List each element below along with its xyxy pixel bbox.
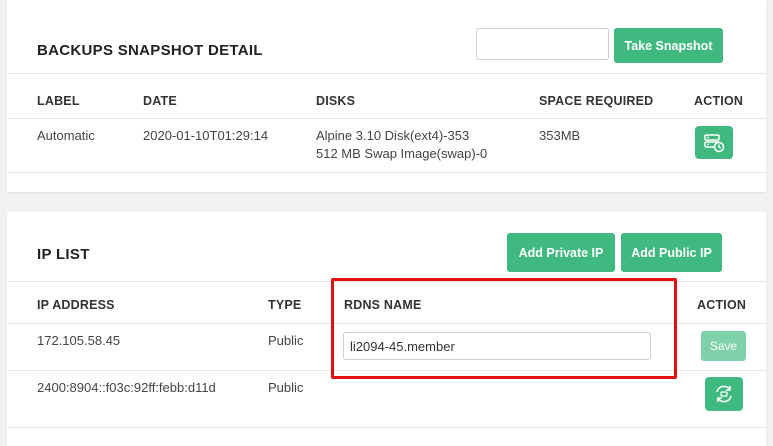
snapshot-title: BACKUPS SNAPSHOT DETAIL	[37, 42, 263, 59]
add-private-ip-button[interactable]: Add Private IP	[507, 233, 615, 272]
backups-snapshot-card: BACKUPS SNAPSHOT DETAIL Take Snapshot LA…	[7, 0, 766, 192]
column-header-ip-action: ACTION	[697, 298, 747, 312]
column-header-action: ACTION	[694, 94, 744, 108]
column-header-disks: DISKS	[316, 94, 356, 108]
column-header-space-required: SPACE REQUIRED	[539, 94, 654, 108]
ip-type-cell: Public	[268, 333, 304, 348]
snapshot-disk-2-cell: 512 MB Swap Image(swap)-0	[316, 146, 488, 161]
refresh-ip-button[interactable]	[705, 377, 743, 411]
save-rdns-button[interactable]: Save	[701, 331, 746, 361]
ip-address-cell: 2400:8904::f03c:92ff:febb:d11d	[37, 380, 216, 395]
snapshot-space-cell: 353MB	[539, 128, 581, 143]
column-header-date: DATE	[143, 94, 177, 108]
refresh-icon	[716, 385, 732, 403]
snapshot-name-input[interactable]	[476, 28, 609, 60]
restore-snapshot-button[interactable]	[695, 126, 733, 159]
snapshot-row-divider	[7, 172, 766, 173]
ip-address-cell: 172.105.58.45	[37, 333, 121, 348]
ip-list-title: IP LIST	[37, 246, 90, 263]
restore-server-icon	[704, 133, 725, 152]
column-header-type: TYPE	[268, 298, 302, 312]
take-snapshot-button[interactable]: Take Snapshot	[614, 28, 723, 63]
column-header-ip-address: IP ADDRESS	[37, 298, 115, 312]
add-public-ip-button[interactable]: Add Public IP	[621, 233, 722, 272]
snapshot-header-divider	[7, 73, 766, 74]
rdns-highlight-box	[331, 278, 677, 379]
snapshot-disk-1-cell: Alpine 3.10 Disk(ext4)-353	[316, 128, 470, 143]
ip-row-divider	[7, 427, 766, 428]
snapshot-label-cell: Automatic	[37, 128, 95, 143]
snapshot-date-cell: 2020-01-10T01:29:14	[143, 128, 269, 143]
ip-type-cell: Public	[268, 380, 304, 395]
snapshot-table-divider	[7, 118, 766, 119]
column-header-label: LABEL	[37, 94, 80, 108]
